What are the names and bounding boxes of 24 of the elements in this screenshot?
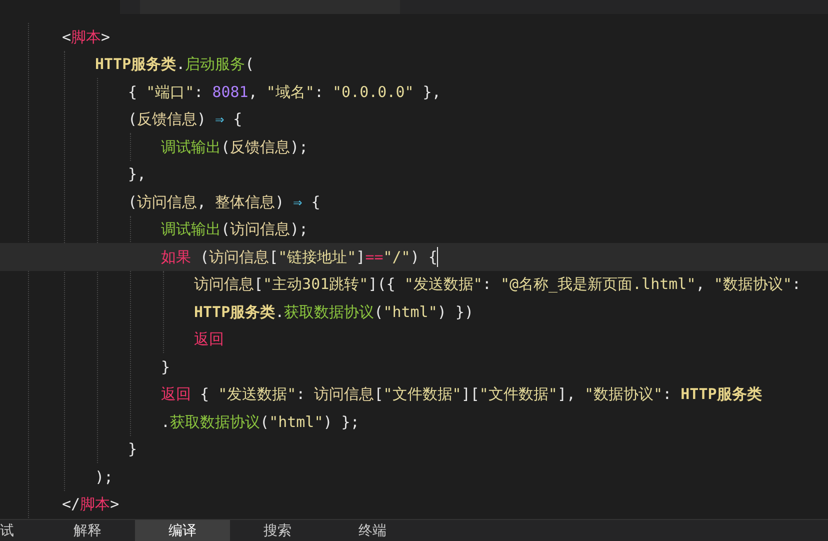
code-line: ); [95, 466, 114, 488]
panel-tab[interactable]: 终端 [325, 520, 420, 541]
code-line: } [161, 356, 170, 378]
code-line: } [128, 439, 138, 460]
code-line: (反馈信息) ⇒ { [128, 109, 242, 130]
code-line: 调试输出(访问信息); [161, 219, 308, 240]
code-line: 如果 (访问信息["链接地址"]=="/") { [161, 246, 438, 268]
code-line: 调试输出(反馈信息); [161, 136, 308, 158]
panel-tab[interactable]: 编译 [135, 520, 230, 541]
code-line: </脚本> [62, 494, 120, 515]
code-line: }, [128, 164, 146, 185]
code-line: 访问信息["主动301跳转"]({ "发送数据": "@名称_我是新页面.lhtml", "数据协议": [194, 274, 801, 295]
code-line: <脚本> [62, 26, 110, 48]
panel-tab[interactable]: 搜索 [230, 520, 325, 541]
code-line: (访问信息, 整体信息) ⇒ { [128, 192, 320, 212]
code-line: HTTP服务类.启动服务( [95, 54, 254, 75]
panel-tab[interactable]: 解释 [40, 520, 135, 541]
text-cursor [437, 246, 438, 267]
code-line: HTTP服务类.获取数据协议("html") }) [194, 302, 474, 322]
code-line: 返回 { "发送数据": 访问信息["文件数据"]["文件数据"], "数据协议": HTTP服务类 [161, 384, 762, 405]
code-line: { "端口": 8081, "域名": "0.0.0.0" }, [128, 82, 441, 102]
code-line: 返回 [194, 329, 224, 350]
code-line: .获取数据协议("html") }; [161, 412, 360, 432]
panel-tab[interactable]: 试 [0, 520, 40, 541]
